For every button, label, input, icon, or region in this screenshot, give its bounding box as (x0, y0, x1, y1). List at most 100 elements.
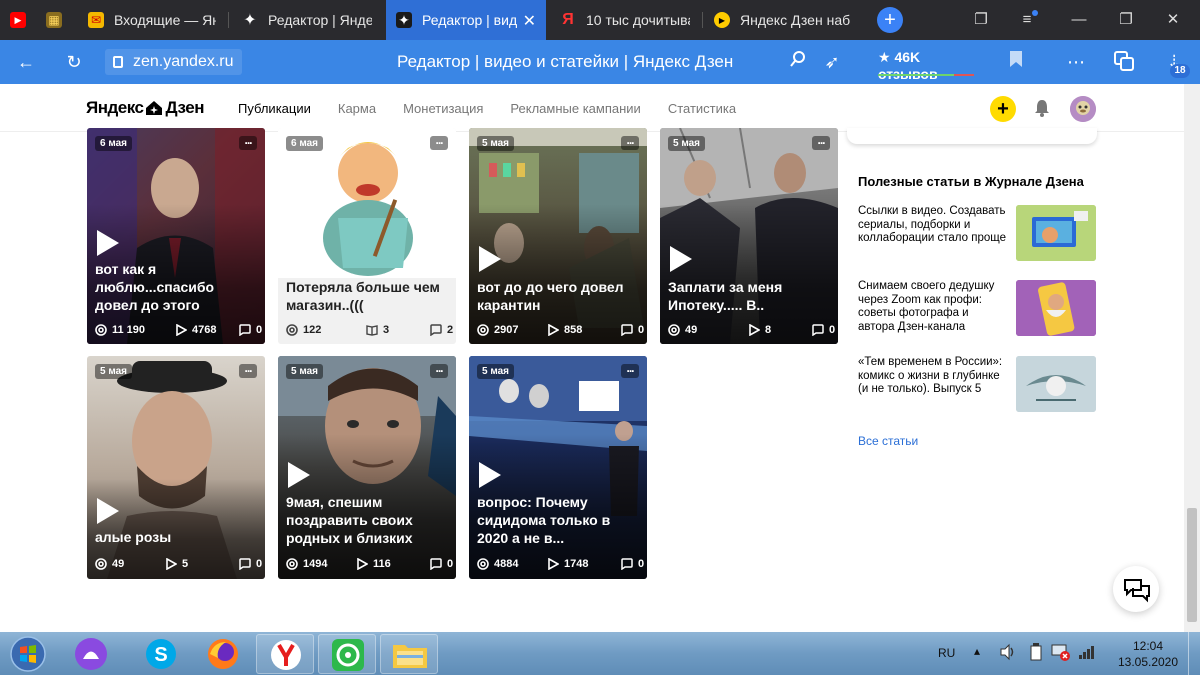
eye-icon (477, 324, 489, 336)
card-more-button[interactable]: ... (430, 134, 448, 150)
card-more-button[interactable]: ... (239, 362, 257, 378)
reload-icon[interactable]: ↻ (62, 50, 86, 74)
messenger-icon (332, 639, 364, 671)
taskbar-messenger[interactable] (318, 634, 376, 674)
url-field[interactable]: zen.yandex.ru (105, 49, 242, 75)
show-desktop-button[interactable] (1188, 632, 1200, 675)
card-stats: 49 8 0 (668, 323, 835, 337)
scrollbar-thumb[interactable] (1187, 508, 1197, 622)
bookmark-icon[interactable] (1004, 50, 1028, 74)
card-stats: 1494 116 0 (286, 557, 453, 571)
language-indicator[interactable]: RU (938, 646, 955, 660)
tab-youtube[interactable]: ▶ (0, 0, 34, 40)
article-thumbnail (1016, 356, 1096, 412)
nav-monetization[interactable]: Монетизация (403, 101, 483, 116)
power-icon[interactable] (1027, 642, 1045, 665)
minimize-icon[interactable]: — (1067, 8, 1091, 32)
add-publication-button[interactable]: + (990, 96, 1016, 122)
publication-card[interactable]: 5 мая ... вот до до чего довел карантин … (469, 128, 647, 344)
search-icon[interactable] (786, 50, 810, 74)
reads-stat: 3 (366, 324, 389, 336)
more-icon[interactable]: ⋯ (1064, 50, 1088, 74)
comment-icon (430, 324, 442, 336)
tray-arrow-icon[interactable]: ▴ (974, 644, 980, 658)
rocket-icon[interactable]: ➶ (820, 50, 844, 74)
signal-icon[interactable] (1078, 644, 1096, 663)
taskbar-alice[interactable] (62, 634, 120, 674)
chat-button[interactable] (1113, 566, 1159, 612)
comments-stat: 0 (812, 324, 835, 336)
taskbar-firefox[interactable] (194, 634, 252, 674)
reviews-badge[interactable]: ★ 46K отзывов (872, 46, 980, 82)
eye-icon (668, 324, 680, 336)
card-date: 5 мая (477, 136, 515, 151)
restore-icon[interactable]: ❐ (1114, 8, 1138, 32)
publication-card[interactable]: 6 мая ... Потеряла больше чем магазин..(… (278, 128, 456, 344)
tab-editor-active[interactable]: ✦ Редактор | вид ✕ (386, 0, 546, 40)
play-icon (97, 230, 119, 256)
all-articles-link[interactable]: Все статьи (858, 434, 918, 448)
eye-icon (95, 324, 107, 336)
card-more-button[interactable]: ... (239, 134, 257, 150)
comments-stat: 0 (239, 558, 262, 570)
tab-zen[interactable]: ▶ Яндекс Дзен наб (704, 0, 864, 40)
eye-icon (95, 558, 107, 570)
network-icon[interactable] (1050, 642, 1072, 665)
tab-shop[interactable]: ▦ (36, 0, 76, 40)
back-arrow-icon[interactable]: ← (14, 50, 38, 74)
play-icon (479, 246, 501, 272)
publication-card[interactable]: 6 мая ... вот как я люблю...спасибо дове… (87, 128, 265, 344)
tab-reads[interactable]: Я 10 тыс дочитыва (550, 0, 700, 40)
close-window-icon[interactable]: ✕ (1161, 8, 1185, 32)
tab-inbox[interactable]: ✉ Входящие — Янд (78, 0, 226, 40)
views-stat: 49 (95, 558, 124, 570)
publication-card[interactable]: 5 мая ... алые розы 49 5 0 (87, 356, 265, 579)
comments-stat: 0 (239, 324, 262, 336)
publication-card[interactable]: 5 мая ... 9мая, спешим поздравить своих … (278, 356, 456, 579)
translate-icon[interactable] (1112, 50, 1136, 74)
card-title: вот до до чего довел карантин (477, 279, 624, 313)
taskbar-skype[interactable]: S (132, 634, 190, 674)
zen-logo[interactable]: Яндекс Дзен (86, 98, 204, 118)
svg-text:S: S (154, 644, 167, 666)
eye-icon (286, 558, 298, 570)
nav-karma[interactable]: Карма (338, 101, 376, 116)
close-icon[interactable]: ✕ (523, 11, 536, 31)
nav-publications[interactable]: Публикации (238, 101, 311, 116)
plays-stat: 1748 (547, 558, 588, 570)
tab-editor-1[interactable]: ✦ Редактор | Яндекс (232, 0, 382, 40)
comment-icon (239, 558, 251, 570)
publication-card[interactable]: 5 мая ... вопрос: Почему сидидома только… (469, 356, 647, 579)
tabs-icon[interactable]: ❐ (969, 8, 993, 32)
sidebar-article[interactable]: Ссылки в видео. Создавать сериалы, подбо… (858, 205, 1098, 261)
card-title: 9мая, спешим поздравить своих родных и б… (286, 494, 413, 546)
publication-card[interactable]: 5 мая ... Заплати за меня Ипотеку..... В… (660, 128, 838, 344)
system-clock[interactable]: 12:04 13.05.2020 (1112, 638, 1184, 670)
mail-icon: ✉ (88, 12, 104, 28)
page-title: Редактор | видео и статейки | Яндекс Дзе… (397, 52, 734, 71)
card-stats: 122 3 2 (286, 323, 453, 337)
avatar[interactable] (1070, 96, 1096, 122)
start-button[interactable] (6, 634, 50, 674)
sidebar-article[interactable]: Снимаем своего дедушку через Zoom как пр… (858, 280, 1098, 336)
taskbar-explorer[interactable] (380, 634, 438, 674)
nav-ad-campaigns[interactable]: Рекламные кампании (510, 101, 640, 116)
card-more-button[interactable]: ... (621, 134, 639, 150)
taskbar-yandex-browser[interactable] (256, 634, 314, 674)
bell-icon[interactable] (1035, 99, 1049, 117)
play-icon (97, 498, 119, 524)
card-more-button[interactable]: ... (812, 134, 830, 150)
sidebar-article[interactable]: «Тем временем в России»: комикс о жизни … (858, 356, 1098, 412)
yandex-icon: Я (562, 11, 574, 28)
nav-statistics[interactable]: Статистика (668, 101, 736, 116)
new-tab-button[interactable]: + (877, 7, 903, 33)
menu-icon[interactable]: ≡ (1015, 8, 1039, 32)
zen-icon: ✦ (396, 12, 412, 28)
volume-icon[interactable] (998, 642, 1018, 665)
play-icon (479, 462, 501, 488)
card-more-button[interactable]: ... (621, 362, 639, 378)
card-date: 6 мая (286, 136, 324, 151)
tab-title: 10 тыс дочитыва (586, 12, 690, 28)
card-stats: 4884 1748 0 (477, 557, 644, 571)
card-more-button[interactable]: ... (430, 362, 448, 378)
